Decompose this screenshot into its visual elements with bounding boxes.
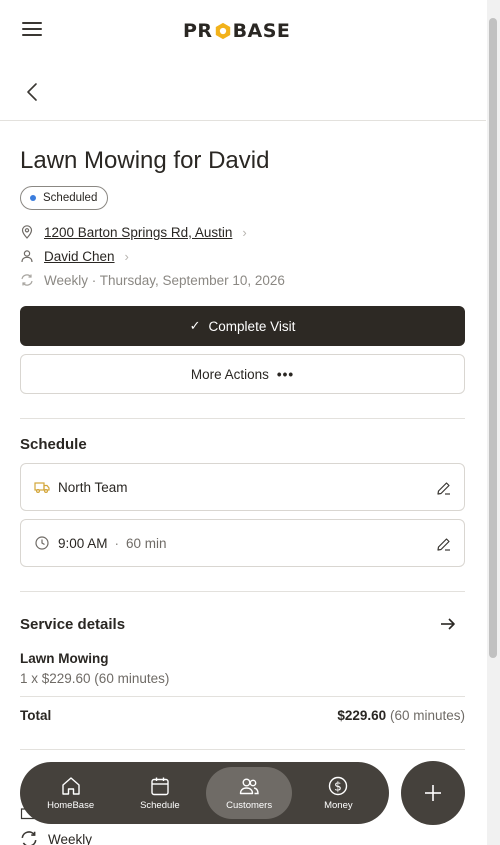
clock-icon (34, 535, 50, 551)
service-name: Lawn Mowing (20, 651, 109, 666)
nav-item-schedule[interactable]: Schedule (117, 767, 203, 819)
nav-item-homebase[interactable]: HomeBase (28, 767, 114, 819)
repeat-icon (21, 831, 37, 845)
home-icon (61, 777, 80, 795)
location-pin-icon (20, 225, 34, 239)
divider (20, 749, 465, 750)
chevron-right-icon: › (124, 248, 129, 264)
more-actions-button[interactable]: More Actions ••• (20, 354, 465, 394)
recurrence-row: Weekly · Thursday, September 10, 2026 (20, 270, 285, 290)
nav-label: Schedule (140, 800, 180, 811)
status-badge: Scheduled (20, 186, 109, 210)
nav-label: Customers (226, 800, 273, 811)
start-time: 9:00 AM (58, 535, 108, 551)
status-dot-icon (30, 195, 36, 201)
status-label: Scheduled (43, 192, 98, 204)
address-row[interactable]: 1200 Barton Springs Rd, Austin › (20, 222, 247, 242)
customers-icon (239, 778, 259, 795)
scrollbar-thumb[interactable] (489, 18, 497, 658)
nav-item-money[interactable]: $ Money (295, 767, 381, 819)
customer-link[interactable]: David Chen (44, 249, 115, 264)
peek-recurrence-row: Weekly (20, 830, 92, 845)
total-value: $229.60 (60 minutes) (337, 708, 465, 723)
logo-hex-icon (215, 22, 230, 40)
more-actions-label: More Actions (190, 366, 269, 382)
customer-row[interactable]: David Chen › (20, 246, 129, 266)
back-bar (0, 62, 486, 121)
checkmark-icon: ✓ (189, 318, 201, 333)
complete-visit-button[interactable]: ✓ Complete Visit (20, 306, 465, 346)
edit-icon[interactable] (436, 536, 452, 552)
duration: 60 min (126, 535, 167, 551)
recurrence-text: Weekly · Thursday, September 10, 2026 (44, 272, 285, 288)
divider (20, 696, 465, 697)
page-title: Lawn Mowing for David (20, 147, 270, 174)
menu-icon[interactable] (22, 22, 42, 40)
person-icon (20, 249, 34, 263)
add-button[interactable] (401, 761, 465, 825)
service-line-item: 1 x $229.60 (60 minutes) (20, 671, 170, 686)
bottom-nav: HomeBase Schedule Customers $ Money (20, 762, 389, 824)
chevron-right-icon: › (242, 224, 247, 240)
back-chevron-icon[interactable] (24, 82, 42, 102)
peek-recurrence-label: Weekly (48, 831, 93, 845)
plus-icon (425, 785, 441, 801)
service-details-title: Service details (20, 616, 126, 633)
dollar-circle-icon: $ (329, 776, 348, 796)
nav-label: Money (324, 800, 353, 811)
total-label: Total (20, 708, 52, 723)
team-card[interactable]: North Team (20, 463, 465, 511)
divider (20, 418, 465, 419)
repeat-icon (20, 273, 34, 287)
schedule-section-title: Schedule (20, 436, 87, 453)
arrow-right-icon[interactable] (439, 615, 457, 633)
time-separator: · (114, 535, 120, 551)
nav-label: HomeBase (47, 800, 95, 811)
svg-text:$: $ (335, 779, 343, 793)
scrollbar[interactable] (487, 0, 500, 845)
probase-logo[interactable]: PR BASE (183, 20, 290, 42)
app-header: PR BASE (0, 0, 486, 62)
truck-icon (34, 479, 50, 495)
address-link[interactable]: 1200 Barton Springs Rd, Austin (44, 225, 232, 240)
team-name: North Team (58, 479, 128, 495)
calendar-icon (151, 777, 169, 796)
divider (20, 591, 465, 592)
total-amount: $229.60 (337, 708, 387, 723)
total-duration: (60 minutes) (389, 708, 465, 723)
edit-icon[interactable] (436, 480, 452, 496)
nav-item-customers[interactable]: Customers (206, 767, 293, 819)
ellipsis-icon: ••• (276, 366, 295, 382)
time-card[interactable]: 9:00 AM · 60 min (20, 519, 465, 567)
complete-visit-label: Complete Visit (208, 318, 296, 334)
